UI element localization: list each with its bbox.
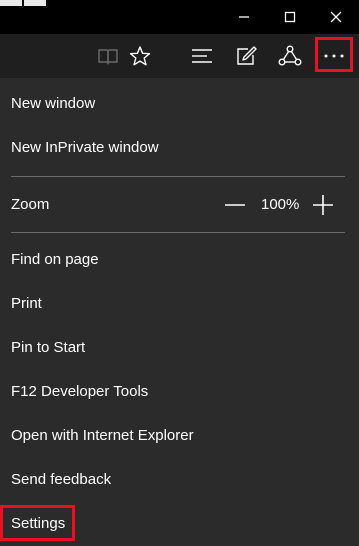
more-button-highlight <box>315 37 353 72</box>
menu-item-new-window[interactable]: New window <box>11 94 95 114</box>
close-icon <box>330 11 342 23</box>
menu-item-pin-to-start[interactable]: Pin to Start <box>11 338 85 358</box>
web-note-button[interactable] <box>226 34 266 78</box>
minimize-button[interactable] <box>221 0 267 34</box>
menu-item-send-feedback[interactable]: Send feedback <box>11 470 111 490</box>
zoom-label: Zoom <box>11 196 50 213</box>
share-icon <box>278 45 302 66</box>
settings-highlight <box>0 505 75 541</box>
menu-item-print[interactable]: Print <box>11 294 42 314</box>
hub-button[interactable] <box>182 34 222 78</box>
reading-view-icon <box>98 49 118 65</box>
plus-icon <box>313 195 333 215</box>
maximize-icon <box>284 11 296 23</box>
menu-item-find-on-page[interactable]: Find on page <box>11 250 99 270</box>
hub-icon <box>192 49 212 63</box>
share-button[interactable] <box>270 34 310 78</box>
window-titlebar <box>0 0 359 34</box>
web-note-icon <box>237 46 257 65</box>
menu-divider <box>11 176 345 177</box>
zoom-level: 100% <box>261 196 300 213</box>
maximize-button[interactable] <box>267 0 313 34</box>
tab-strip-fragment <box>24 0 46 6</box>
menu-item-new-inprivate-window[interactable]: New InPrivate window <box>11 138 159 158</box>
menu-item-open-with-ie[interactable]: Open with Internet Explorer <box>11 426 194 446</box>
zoom-out-button[interactable] <box>222 195 248 215</box>
menu-item-f12-developer-tools[interactable]: F12 Developer Tools <box>11 382 148 402</box>
minimize-icon <box>239 16 249 18</box>
favorite-button[interactable] <box>120 34 160 78</box>
more-actions-menu: New window New InPrivate window Zoom 100… <box>0 78 359 546</box>
close-button[interactable] <box>313 0 359 34</box>
minus-icon <box>225 204 245 206</box>
star-icon <box>129 46 151 66</box>
zoom-in-button[interactable] <box>310 194 336 216</box>
browser-toolbar <box>0 34 359 78</box>
tab-strip-fragment <box>0 0 22 6</box>
menu-divider <box>11 232 345 233</box>
